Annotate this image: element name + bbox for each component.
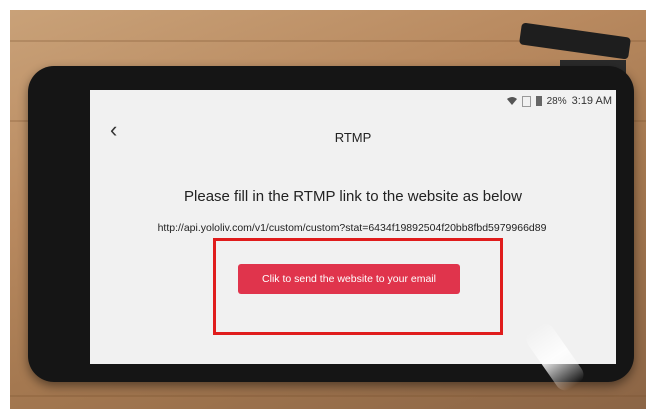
rtmp-url: http://api.yololiv.com/v1/custom/custom?… — [157, 222, 547, 234]
clock: 3:19 AM — [571, 95, 612, 107]
instruction-text: Please fill in the RTMP link to the webs… — [184, 188, 522, 205]
usb-cable — [519, 22, 631, 60]
wifi-icon — [506, 97, 517, 105]
battery-percent: 28% — [546, 95, 567, 107]
status-bar: 28% 3:19 AM — [506, 95, 612, 107]
sim-icon — [521, 95, 531, 107]
wood-texture — [0, 395, 656, 397]
highlight-annotation — [213, 238, 503, 335]
page-title: RTMP — [334, 130, 372, 145]
battery-icon — [535, 96, 542, 106]
